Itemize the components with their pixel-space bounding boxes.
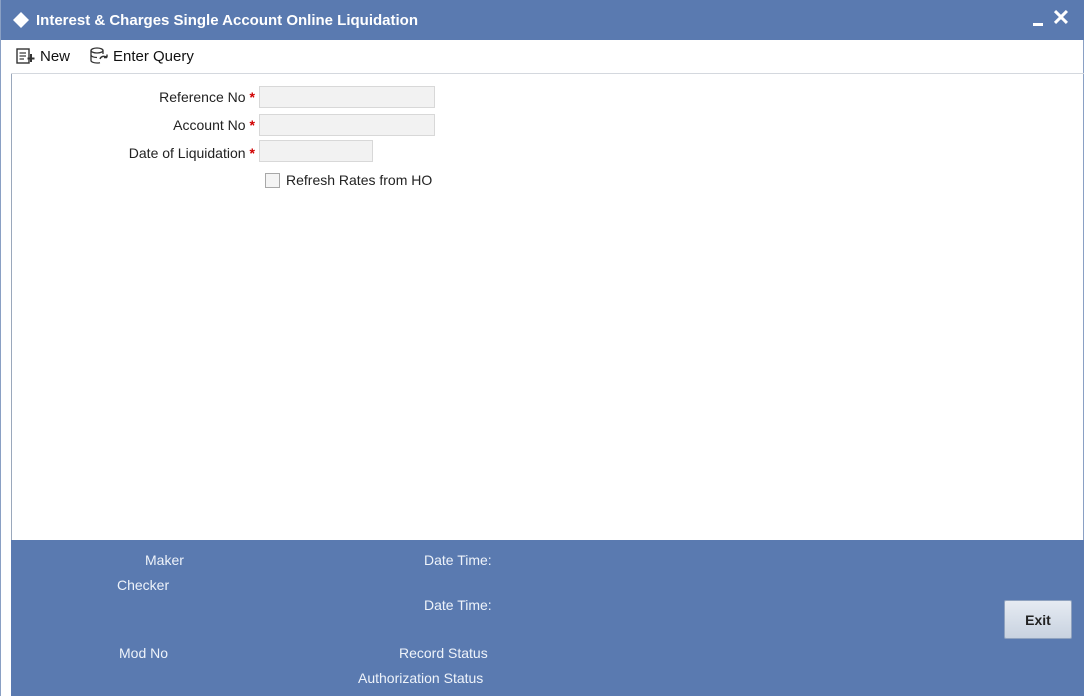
exit-button[interactable]: Exit	[1004, 600, 1072, 639]
date-of-liquidation-label: Date of Liquidation *	[61, 145, 255, 161]
diamond-icon	[13, 12, 29, 28]
maker-date-time-label: Date Time:	[424, 552, 492, 568]
checker-date-time-label: Date Time:	[424, 597, 492, 613]
account-no-label-text: Account No	[173, 117, 246, 133]
enter-query-button-label: Enter Query	[113, 47, 194, 65]
account-no-label: Account No *	[91, 117, 255, 133]
close-icon[interactable]: ✕	[1050, 6, 1072, 30]
window-title: Interest & Charges Single Account Online…	[36, 12, 418, 29]
enter-query-button[interactable]: Enter Query	[89, 45, 194, 67]
mod-no-label: Mod No	[119, 645, 169, 661]
title-bar: Interest & Charges Single Account Online…	[1, 0, 1084, 40]
date-of-liquidation-field[interactable]	[259, 140, 373, 162]
query-icon	[90, 47, 108, 64]
date-of-liquidation-label-text: Date of Liquidation	[128, 145, 246, 161]
checker-label: Checker	[117, 577, 170, 593]
reference-no-label: Reference No *	[91, 89, 255, 105]
toolbar-divider	[11, 73, 1084, 74]
new-button-label: New	[40, 47, 71, 65]
maker-label: Maker	[145, 552, 184, 568]
authorization-status-label: Authorization Status	[358, 670, 484, 686]
reference-no-label-text: Reference No	[159, 89, 246, 105]
refresh-rates-checkbox[interactable]	[265, 173, 280, 188]
required-marker: *	[249, 117, 255, 133]
reference-no-field[interactable]	[259, 86, 435, 108]
new-document-icon	[16, 48, 35, 64]
content-left-border	[11, 74, 12, 540]
minimize-icon[interactable]	[1030, 10, 1046, 28]
required-marker: *	[249, 145, 255, 161]
new-button[interactable]: New	[16, 45, 70, 67]
toolbar: New Enter Query	[1, 40, 1084, 72]
liquidation-window: Interest & Charges Single Account Online…	[0, 0, 1084, 696]
account-no-field[interactable]	[259, 114, 435, 136]
record-status-label: Record Status	[399, 645, 488, 661]
refresh-rates-label: Refresh Rates from HO	[286, 172, 433, 188]
required-marker: *	[249, 89, 255, 105]
